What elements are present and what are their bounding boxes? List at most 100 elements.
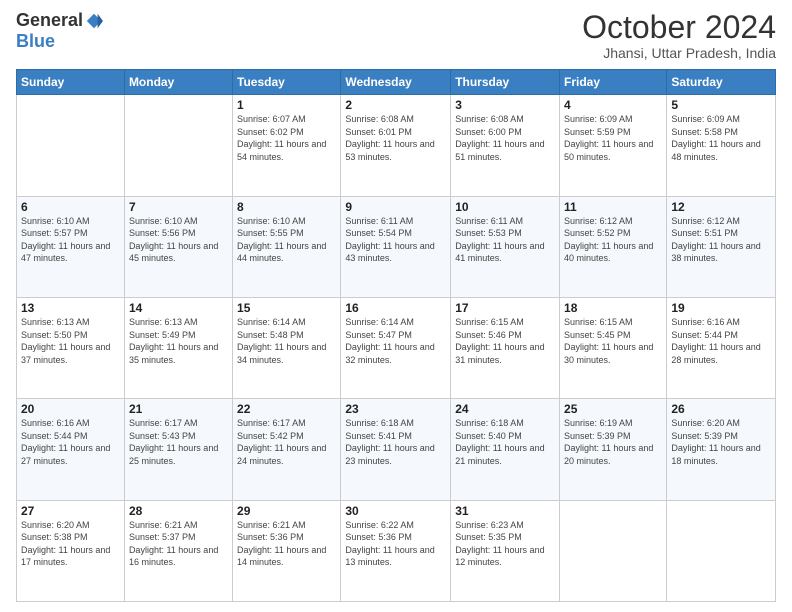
day-number: 18 [564, 301, 662, 315]
weekday-header-thursday: Thursday [451, 70, 560, 95]
day-number: 14 [129, 301, 228, 315]
title-area: October 2024 Jhansi, Uttar Pradesh, Indi… [582, 10, 776, 61]
calendar-cell: 13Sunrise: 6:13 AMSunset: 5:50 PMDayligh… [17, 297, 125, 398]
calendar-cell: 30Sunrise: 6:22 AMSunset: 5:36 PMDayligh… [341, 500, 451, 601]
weekday-header-wednesday: Wednesday [341, 70, 451, 95]
calendar-cell: 31Sunrise: 6:23 AMSunset: 5:35 PMDayligh… [451, 500, 560, 601]
day-info: Sunrise: 6:22 AMSunset: 5:36 PMDaylight:… [345, 519, 446, 569]
day-info: Sunrise: 6:10 AMSunset: 5:57 PMDaylight:… [21, 215, 120, 265]
day-number: 3 [455, 98, 555, 112]
calendar-cell: 22Sunrise: 6:17 AMSunset: 5:42 PMDayligh… [233, 399, 341, 500]
calendar-cell: 25Sunrise: 6:19 AMSunset: 5:39 PMDayligh… [560, 399, 667, 500]
day-info: Sunrise: 6:16 AMSunset: 5:44 PMDaylight:… [21, 417, 120, 467]
day-info: Sunrise: 6:12 AMSunset: 5:51 PMDaylight:… [671, 215, 771, 265]
day-number: 7 [129, 200, 228, 214]
day-info: Sunrise: 6:17 AMSunset: 5:43 PMDaylight:… [129, 417, 228, 467]
logo-icon [85, 12, 103, 30]
day-info: Sunrise: 6:10 AMSunset: 5:56 PMDaylight:… [129, 215, 228, 265]
logo-text: General [16, 10, 103, 31]
day-info: Sunrise: 6:09 AMSunset: 5:59 PMDaylight:… [564, 113, 662, 163]
calendar-cell: 4Sunrise: 6:09 AMSunset: 5:59 PMDaylight… [560, 95, 667, 196]
day-number: 9 [345, 200, 446, 214]
day-info: Sunrise: 6:20 AMSunset: 5:39 PMDaylight:… [671, 417, 771, 467]
week-row-5: 27Sunrise: 6:20 AMSunset: 5:38 PMDayligh… [17, 500, 776, 601]
day-number: 8 [237, 200, 336, 214]
day-info: Sunrise: 6:08 AMSunset: 6:01 PMDaylight:… [345, 113, 446, 163]
day-number: 24 [455, 402, 555, 416]
logo-blue-text: Blue [16, 31, 55, 52]
calendar-cell: 8Sunrise: 6:10 AMSunset: 5:55 PMDaylight… [233, 196, 341, 297]
day-number: 12 [671, 200, 771, 214]
day-number: 31 [455, 504, 555, 518]
day-info: Sunrise: 6:23 AMSunset: 5:35 PMDaylight:… [455, 519, 555, 569]
day-info: Sunrise: 6:13 AMSunset: 5:50 PMDaylight:… [21, 316, 120, 366]
week-row-4: 20Sunrise: 6:16 AMSunset: 5:44 PMDayligh… [17, 399, 776, 500]
weekday-header-saturday: Saturday [667, 70, 776, 95]
day-number: 27 [21, 504, 120, 518]
day-number: 6 [21, 200, 120, 214]
day-info: Sunrise: 6:12 AMSunset: 5:52 PMDaylight:… [564, 215, 662, 265]
calendar-body: 1Sunrise: 6:07 AMSunset: 6:02 PMDaylight… [17, 95, 776, 602]
day-info: Sunrise: 6:19 AMSunset: 5:39 PMDaylight:… [564, 417, 662, 467]
calendar-cell: 17Sunrise: 6:15 AMSunset: 5:46 PMDayligh… [451, 297, 560, 398]
calendar-cell: 9Sunrise: 6:11 AMSunset: 5:54 PMDaylight… [341, 196, 451, 297]
calendar-cell: 24Sunrise: 6:18 AMSunset: 5:40 PMDayligh… [451, 399, 560, 500]
month-title: October 2024 [582, 10, 776, 45]
weekday-header-monday: Monday [124, 70, 232, 95]
calendar-cell: 26Sunrise: 6:20 AMSunset: 5:39 PMDayligh… [667, 399, 776, 500]
calendar-cell: 29Sunrise: 6:21 AMSunset: 5:36 PMDayligh… [233, 500, 341, 601]
day-number: 25 [564, 402, 662, 416]
day-number: 19 [671, 301, 771, 315]
calendar-cell: 18Sunrise: 6:15 AMSunset: 5:45 PMDayligh… [560, 297, 667, 398]
calendar-cell [667, 500, 776, 601]
calendar-cell: 23Sunrise: 6:18 AMSunset: 5:41 PMDayligh… [341, 399, 451, 500]
calendar-cell: 5Sunrise: 6:09 AMSunset: 5:58 PMDaylight… [667, 95, 776, 196]
page: General Blue October 2024 Jhansi, Uttar … [0, 0, 792, 612]
calendar-cell: 27Sunrise: 6:20 AMSunset: 5:38 PMDayligh… [17, 500, 125, 601]
day-info: Sunrise: 6:09 AMSunset: 5:58 PMDaylight:… [671, 113, 771, 163]
day-number: 21 [129, 402, 228, 416]
day-info: Sunrise: 6:13 AMSunset: 5:49 PMDaylight:… [129, 316, 228, 366]
day-info: Sunrise: 6:17 AMSunset: 5:42 PMDaylight:… [237, 417, 336, 467]
logo: General Blue [16, 10, 103, 52]
day-number: 16 [345, 301, 446, 315]
day-number: 30 [345, 504, 446, 518]
day-number: 10 [455, 200, 555, 214]
day-number: 4 [564, 98, 662, 112]
weekday-row: SundayMondayTuesdayWednesdayThursdayFrid… [17, 70, 776, 95]
day-info: Sunrise: 6:14 AMSunset: 5:47 PMDaylight:… [345, 316, 446, 366]
calendar-table: SundayMondayTuesdayWednesdayThursdayFrid… [16, 69, 776, 602]
weekday-header-sunday: Sunday [17, 70, 125, 95]
day-info: Sunrise: 6:15 AMSunset: 5:45 PMDaylight:… [564, 316, 662, 366]
day-number: 29 [237, 504, 336, 518]
calendar-cell: 1Sunrise: 6:07 AMSunset: 6:02 PMDaylight… [233, 95, 341, 196]
calendar-cell: 15Sunrise: 6:14 AMSunset: 5:48 PMDayligh… [233, 297, 341, 398]
calendar-cell: 3Sunrise: 6:08 AMSunset: 6:00 PMDaylight… [451, 95, 560, 196]
day-info: Sunrise: 6:20 AMSunset: 5:38 PMDaylight:… [21, 519, 120, 569]
day-number: 13 [21, 301, 120, 315]
calendar-cell: 10Sunrise: 6:11 AMSunset: 5:53 PMDayligh… [451, 196, 560, 297]
day-info: Sunrise: 6:18 AMSunset: 5:41 PMDaylight:… [345, 417, 446, 467]
calendar-cell: 16Sunrise: 6:14 AMSunset: 5:47 PMDayligh… [341, 297, 451, 398]
calendar-cell: 2Sunrise: 6:08 AMSunset: 6:01 PMDaylight… [341, 95, 451, 196]
day-number: 5 [671, 98, 771, 112]
day-number: 11 [564, 200, 662, 214]
day-number: 28 [129, 504, 228, 518]
calendar-cell: 20Sunrise: 6:16 AMSunset: 5:44 PMDayligh… [17, 399, 125, 500]
day-info: Sunrise: 6:15 AMSunset: 5:46 PMDaylight:… [455, 316, 555, 366]
day-info: Sunrise: 6:18 AMSunset: 5:40 PMDaylight:… [455, 417, 555, 467]
logo-general-text: General [16, 10, 83, 31]
day-info: Sunrise: 6:21 AMSunset: 5:37 PMDaylight:… [129, 519, 228, 569]
day-info: Sunrise: 6:11 AMSunset: 5:53 PMDaylight:… [455, 215, 555, 265]
weekday-header-tuesday: Tuesday [233, 70, 341, 95]
week-row-2: 6Sunrise: 6:10 AMSunset: 5:57 PMDaylight… [17, 196, 776, 297]
day-number: 1 [237, 98, 336, 112]
day-number: 22 [237, 402, 336, 416]
calendar-header: SundayMondayTuesdayWednesdayThursdayFrid… [17, 70, 776, 95]
day-info: Sunrise: 6:21 AMSunset: 5:36 PMDaylight:… [237, 519, 336, 569]
day-number: 15 [237, 301, 336, 315]
day-number: 26 [671, 402, 771, 416]
week-row-1: 1Sunrise: 6:07 AMSunset: 6:02 PMDaylight… [17, 95, 776, 196]
day-number: 20 [21, 402, 120, 416]
calendar-cell: 28Sunrise: 6:21 AMSunset: 5:37 PMDayligh… [124, 500, 232, 601]
